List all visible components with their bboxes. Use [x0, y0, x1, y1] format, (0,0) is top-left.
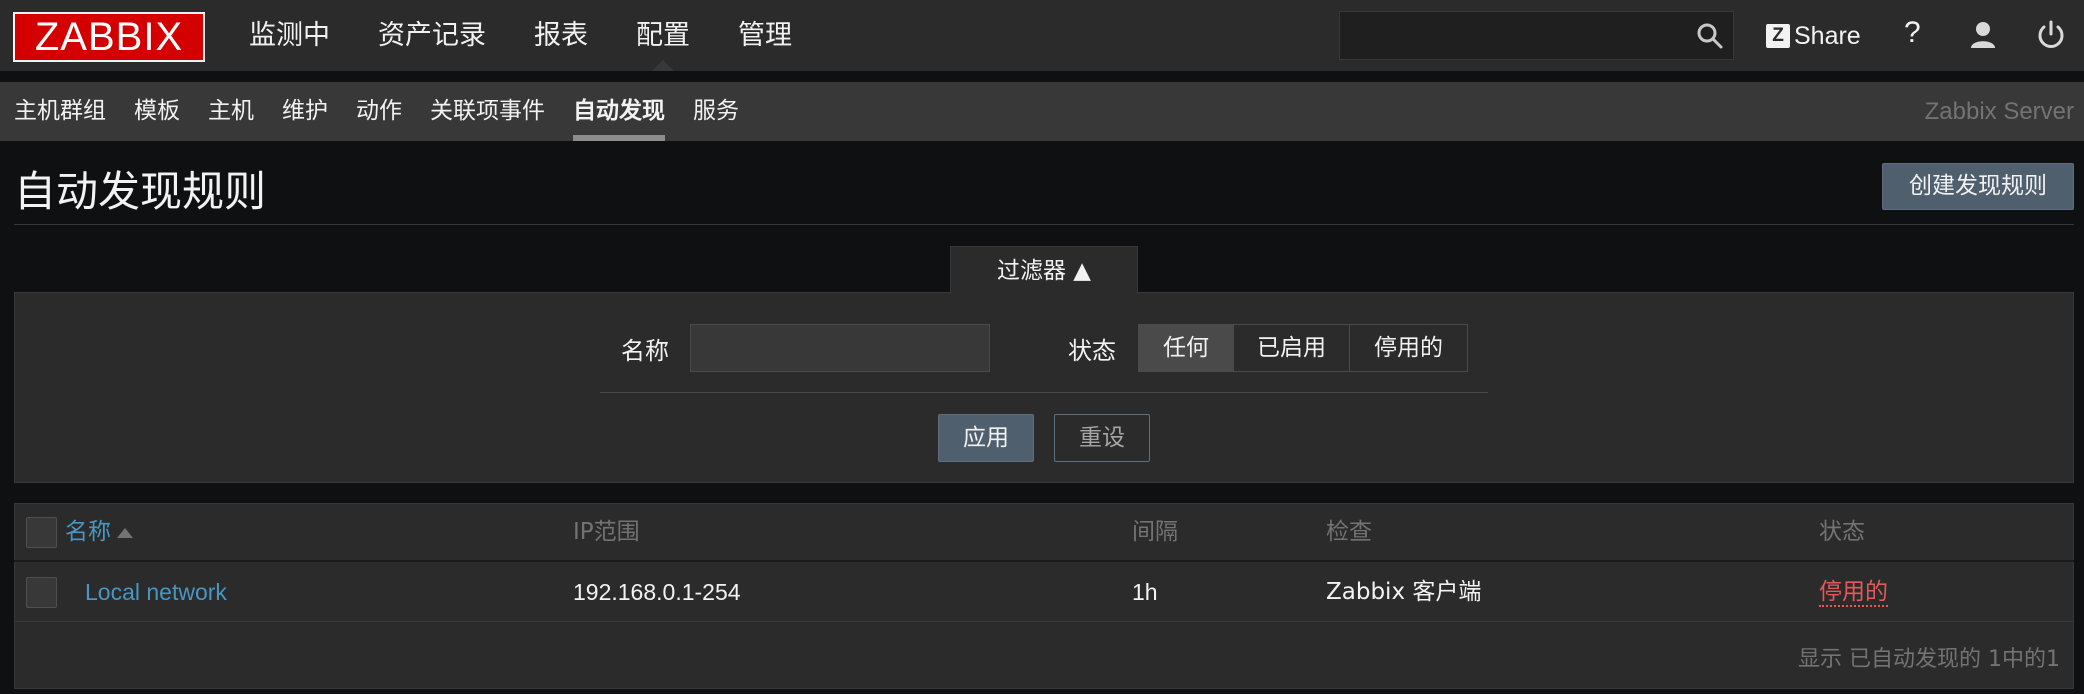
server-name: Zabbix Server [1924, 98, 2074, 125]
submenu-host-groups[interactable]: 主机群组 [0, 82, 120, 141]
header-name[interactable]: 名称 [65, 503, 133, 562]
filter-divider [600, 392, 1488, 393]
create-discovery-rule-button[interactable]: 创建发现规则 [1882, 163, 2074, 210]
help-button[interactable]: ? [1904, 16, 1921, 50]
rule-status-toggle[interactable]: 停用的 [1819, 563, 1888, 622]
search-icon[interactable] [1694, 20, 1726, 52]
reset-button[interactable]: 重设 [1054, 414, 1150, 462]
sign-out-icon[interactable] [2035, 19, 2067, 51]
header-interval: 间隔 [1132, 519, 1178, 545]
page-title: 自动发现规则 [14, 167, 267, 216]
sort-ascending-icon [117, 527, 133, 538]
filter-status-label: 状态 [1068, 337, 1116, 365]
sub-menu: 主机群组 模板 主机 维护 动作 关联项事件 自动发现 服务 [0, 82, 753, 141]
filter-toggle-tab[interactable]: 过滤器 ▲ [950, 246, 1138, 294]
zabbix-logo[interactable]: ZABBIX [13, 12, 205, 62]
select-all-checkbox[interactable] [26, 517, 57, 548]
rule-checks: Zabbix 客户端 [1326, 579, 1482, 605]
submenu-actions[interactable]: 动作 [342, 82, 416, 141]
submenu-services[interactable]: 服务 [679, 82, 753, 141]
status-option-enabled[interactable]: 已启用 [1234, 325, 1350, 371]
header-name-label: 名称 [65, 519, 111, 545]
rule-interval: 1h [1132, 579, 1158, 605]
top-navigation-bar: ZABBIX 监测中 资产记录 报表 配置 管理 Z Share ? [0, 0, 2084, 71]
submenu-hosts[interactable]: 主机 [194, 82, 268, 141]
zabbix-share-icon: Z [1766, 24, 1790, 48]
menu-administration[interactable]: 管理 [714, 0, 816, 71]
status-option-any[interactable]: 任何 [1139, 325, 1234, 371]
table-header-row: 名称 IP范围 间隔 检查 状态 [14, 503, 2074, 562]
submenu-discovery[interactable]: 自动发现 [559, 82, 679, 141]
submenu-maintenance[interactable]: 维护 [268, 82, 342, 141]
main-menu: 监测中 资产记录 报表 配置 管理 [225, 0, 816, 71]
menu-monitoring[interactable]: 监测中 [225, 0, 354, 71]
filter-name-label: 名称 [621, 337, 669, 365]
filter-name-input[interactable] [690, 324, 990, 372]
apply-button[interactable]: 应用 [938, 414, 1034, 462]
table-footer-count: 显示 已自动发现的 1中的1 [1798, 647, 2060, 672]
user-profile-icon[interactable] [1968, 20, 1998, 50]
header-ip-range: IP范围 [573, 519, 640, 545]
menu-reports[interactable]: 报表 [510, 0, 612, 71]
row-checkbox[interactable] [26, 577, 57, 608]
title-divider [14, 224, 2074, 225]
table-row: Local network 192.168.0.1-254 1h Zabbix … [14, 563, 2074, 622]
menu-configuration[interactable]: 配置 [612, 0, 714, 71]
search-input[interactable] [1339, 11, 1734, 60]
rule-status-label: 停用的 [1819, 579, 1888, 607]
rule-ip-range: 192.168.0.1-254 [573, 579, 741, 605]
sub-navigation-bar: 主机群组 模板 主机 维护 动作 关联项事件 自动发现 服务 Zabbix Se… [0, 82, 2084, 141]
filter-panel [14, 292, 2074, 483]
submenu-event-correlation[interactable]: 关联项事件 [416, 82, 559, 141]
header-status: 状态 [1819, 519, 1865, 545]
submenu-templates[interactable]: 模板 [120, 82, 194, 141]
rule-name-link[interactable]: Local network [85, 563, 227, 622]
status-segmented-control: 任何 已启用 停用的 [1138, 324, 1468, 372]
share-label: Share [1794, 21, 1861, 50]
share-button[interactable]: Z Share [1766, 18, 1861, 54]
status-option-disabled[interactable]: 停用的 [1350, 325, 1467, 371]
menu-inventory[interactable]: 资产记录 [354, 0, 510, 71]
header-checks: 检查 [1326, 519, 1372, 545]
